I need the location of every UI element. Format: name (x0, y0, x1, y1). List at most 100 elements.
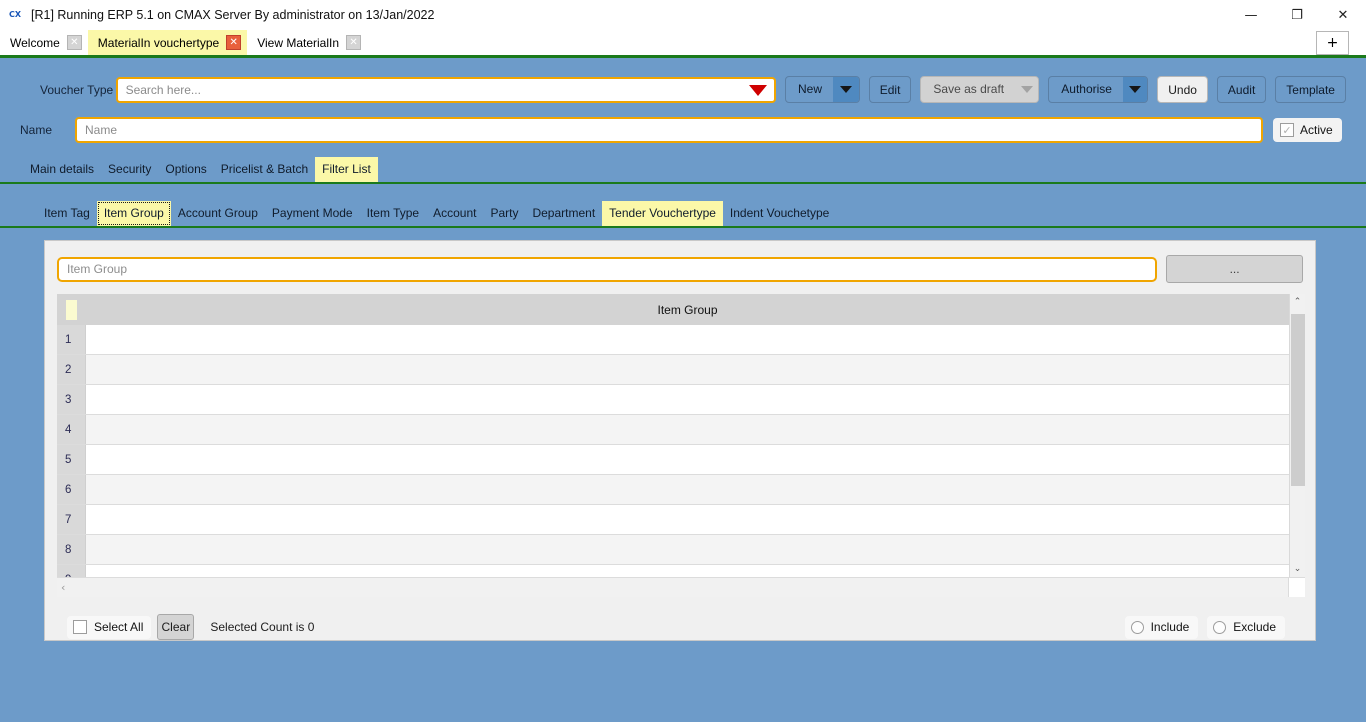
row-value[interactable] (86, 415, 1289, 444)
window-titlebar: CX [R1] Running ERP 5.1 on CMAX Server B… (0, 0, 1366, 30)
select-all-checkbox[interactable]: Select All (67, 615, 152, 639)
tab-department[interactable]: Department (525, 201, 602, 226)
minimize-icon[interactable]: — (1228, 0, 1274, 30)
include-radio[interactable]: Include (1124, 615, 1199, 639)
active-checkbox[interactable]: ✓ Active (1273, 118, 1342, 142)
window-title: [R1] Running ERP 5.1 on CMAX Server By a… (31, 8, 435, 22)
tab-pricelist-and-batch[interactable]: Pricelist & Batch (214, 157, 315, 182)
table-row[interactable]: 3 (57, 385, 1289, 415)
grid-vertical-scrollbar[interactable]: ⌃ ⌄ (1289, 294, 1305, 577)
close-icon[interactable]: ✕ (226, 35, 242, 50)
tab-view-materialin[interactable]: View MaterialIn ✕ (247, 30, 367, 55)
name-placeholder: Name (85, 123, 118, 137)
voucher-type-label: Voucher Type (40, 82, 114, 97)
chevron-down-icon[interactable] (833, 77, 859, 102)
scroll-down-icon[interactable]: ⌄ (1290, 561, 1306, 577)
tab-options[interactable]: Options (158, 157, 213, 182)
grid-column-header-item-group[interactable]: Item Group (86, 303, 1289, 317)
row-value[interactable] (86, 475, 1289, 504)
browse-button[interactable]: ... (1166, 255, 1303, 283)
row-number: 7 (57, 505, 86, 534)
table-row[interactable]: 2 (57, 355, 1289, 385)
vertical-scroll-track[interactable] (1290, 310, 1306, 561)
edit-button[interactable]: Edit (868, 76, 912, 103)
close-icon[interactable]: ✕ (346, 35, 362, 50)
chevron-down-icon[interactable] (748, 84, 767, 96)
app-icon: CX (8, 10, 22, 19)
row-value[interactable] (86, 565, 1289, 577)
table-row[interactable]: 4 (57, 415, 1289, 445)
tab-welcome[interactable]: Welcome ✕ (0, 30, 88, 55)
new-button[interactable]: New (784, 76, 860, 103)
vertical-scroll-thumb[interactable] (1290, 314, 1305, 486)
tab-tender-vouchertype[interactable]: Tender Vouchertype (602, 201, 723, 226)
exclude-radio[interactable]: Exclude (1207, 615, 1285, 639)
table-row[interactable]: 7 (57, 505, 1289, 535)
audit-button-label: Audit (1227, 82, 1256, 97)
tab-materialin-vouchertype[interactable]: MaterialIn vouchertype ✕ (87, 30, 248, 55)
table-row[interactable]: 1 (57, 325, 1289, 355)
save-as-draft-button[interactable]: Save as draft (920, 76, 1040, 103)
document-tabs: Welcome ✕ MaterialIn vouchertype ✕ View … (0, 30, 367, 55)
row-value[interactable] (86, 535, 1289, 564)
grid-select-all-header[interactable] (57, 294, 86, 325)
tab-label: MaterialIn vouchertype (97, 35, 220, 50)
radio-icon (1130, 620, 1144, 634)
scroll-up-icon[interactable]: ⌃ (1290, 294, 1306, 310)
include-exclude-group: Include Exclude (1124, 615, 1285, 639)
close-icon[interactable]: ✕ (66, 35, 82, 50)
tab-main-details[interactable]: Main details (23, 157, 101, 182)
row-value[interactable] (86, 505, 1289, 534)
tab-label: View MaterialIn (257, 35, 340, 50)
tab-security[interactable]: Security (101, 157, 158, 182)
template-button[interactable]: Template (1275, 76, 1346, 103)
voucher-type-placeholder: Search here... (125, 82, 201, 97)
row-value[interactable] (86, 445, 1289, 474)
table-row[interactable]: 9 (57, 565, 1289, 577)
table-row[interactable]: 8 (57, 535, 1289, 565)
item-group-search-input[interactable]: Item Group (57, 256, 1158, 282)
include-label: Include (1150, 620, 1190, 634)
row-value[interactable] (86, 325, 1289, 354)
close-icon[interactable]: ✕ (1320, 0, 1366, 30)
audit-button[interactable]: Audit (1216, 76, 1267, 103)
table-row[interactable]: 5 (57, 445, 1289, 475)
undo-button[interactable]: Undo (1157, 76, 1208, 103)
chevron-down-icon[interactable] (1122, 77, 1148, 102)
checkmark-icon: ✓ (1280, 123, 1294, 137)
table-row[interactable]: 6 (57, 475, 1289, 505)
item-group-grid: Item Group 1 2 3 4 5 6 7 8 ⌃ ⌄ (57, 294, 1305, 597)
authorise-button[interactable]: Authorise (1048, 76, 1149, 103)
tab-label: Welcome (10, 35, 60, 50)
tab-account-group[interactable]: Account Group (171, 201, 265, 226)
voucher-type-search-input[interactable]: Search here... (115, 76, 776, 103)
radio-icon (1213, 620, 1227, 634)
secondary-tab-bar: Item Tag Item Group Account Group Paymen… (0, 200, 1366, 228)
scroll-left-icon[interactable]: ‹ (61, 581, 65, 594)
new-tab-button[interactable]: + (1316, 31, 1349, 55)
row-number: 3 (57, 385, 86, 414)
clear-button[interactable]: Clear (157, 614, 195, 640)
tab-party[interactable]: Party (483, 201, 525, 226)
row-number: 9 (57, 565, 86, 577)
chevron-down-icon[interactable] (1015, 77, 1039, 102)
tab-item-type[interactable]: Item Type (360, 201, 426, 226)
tab-account[interactable]: Account (426, 201, 483, 226)
tab-indent-vouchetype[interactable]: Indent Vouchetype (723, 201, 836, 226)
main-body: Voucher Type Search here... New Edit Sav… (0, 58, 1366, 722)
tab-item-tag[interactable]: Item Tag (37, 201, 97, 226)
name-label: Name (20, 123, 53, 137)
tab-filter-list[interactable]: Filter List (315, 157, 378, 182)
item-group-placeholder: Item Group (67, 262, 128, 276)
grid-horizontal-scrollbar[interactable]: ‹ › (57, 577, 1305, 597)
tab-payment-mode[interactable]: Payment Mode (265, 201, 360, 226)
row-number: 8 (57, 535, 86, 564)
voucher-type-row: Voucher Type Search here... New Edit Sav… (0, 58, 1366, 103)
save-as-draft-label: Save as draft (933, 82, 1005, 96)
tab-item-group[interactable]: Item Group (96, 201, 171, 226)
row-value[interactable] (86, 385, 1289, 414)
maximize-icon[interactable]: ❐ (1274, 0, 1320, 30)
row-value[interactable] (86, 355, 1289, 384)
name-input[interactable]: Name (75, 117, 1263, 143)
row-number: 2 (57, 355, 86, 384)
